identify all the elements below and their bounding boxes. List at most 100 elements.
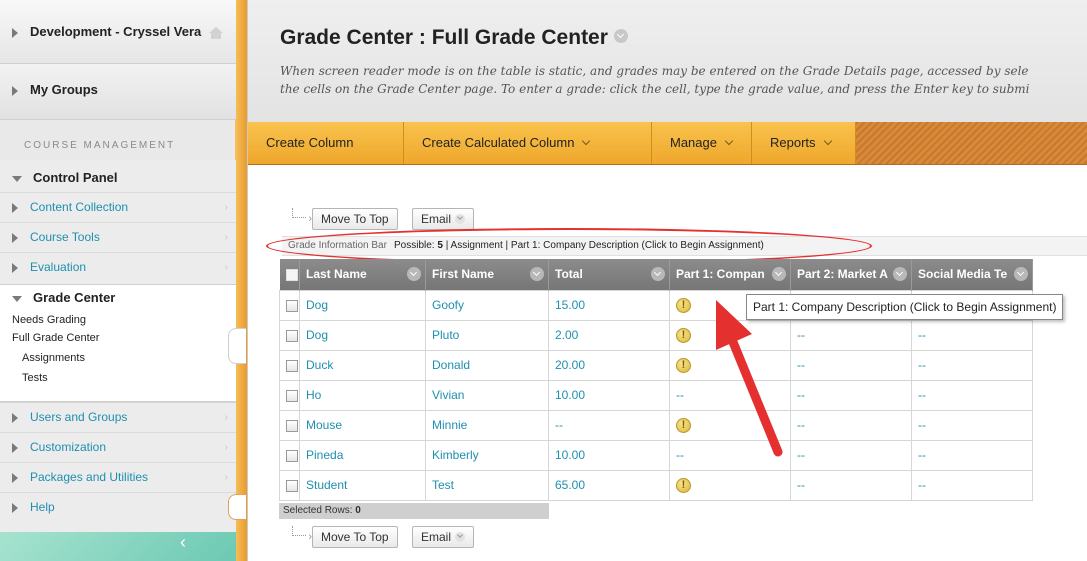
- column-header-social-media[interactable]: Social Media Te: [911, 259, 1033, 290]
- cell-social-media[interactable]: --: [911, 439, 1033, 471]
- email-button-bottom[interactable]: Email: [412, 526, 475, 548]
- sidebar-item-evaluation[interactable]: Evaluation ›: [12, 260, 232, 274]
- cell-first-name-value: Kimberly: [432, 448, 479, 462]
- manage-button[interactable]: Manage: [652, 122, 752, 164]
- cell-first-name[interactable]: Test: [425, 469, 549, 501]
- menu-collapse-handle-lower[interactable]: [228, 494, 246, 520]
- column-header-first-name[interactable]: First Name: [425, 259, 549, 290]
- course-title-link[interactable]: Development - Cryssel Vera: [12, 24, 223, 39]
- column-menu-chevron-icon[interactable]: [530, 267, 544, 281]
- full-grade-center-link[interactable]: Full Grade Center: [12, 332, 99, 344]
- row-checkbox[interactable]: [286, 299, 298, 312]
- cell-last-name[interactable]: Student: [299, 469, 426, 501]
- cell-last-name[interactable]: Pineda: [299, 439, 426, 471]
- column-header-total[interactable]: Total: [548, 259, 670, 290]
- cell-social-media[interactable]: --: [911, 469, 1033, 501]
- page-description: When screen reader mode is on the table …: [280, 64, 1030, 96]
- sidebar-item-content-collection[interactable]: Content Collection ›: [12, 200, 232, 214]
- control-panel-toggle[interactable]: Control Panel: [12, 170, 118, 185]
- cell-part1[interactable]: --: [669, 439, 791, 471]
- move-to-top-button[interactable]: Move To Top: [312, 208, 398, 230]
- cell-total-value: 20.00: [555, 358, 586, 372]
- cell-total[interactable]: 10.00: [548, 439, 670, 471]
- cell-first-name[interactable]: Minnie: [425, 409, 549, 441]
- cell-total[interactable]: 15.00: [548, 289, 670, 321]
- sidebar-item-users-and-groups[interactable]: Users and Groups ›: [12, 410, 232, 424]
- column-header-part1[interactable]: Part 1: Compan: [669, 259, 791, 290]
- cell-total[interactable]: 65.00: [548, 469, 670, 501]
- row-checkbox[interactable]: [286, 329, 298, 342]
- column-header-part2[interactable]: Part 2: Market A: [790, 259, 912, 290]
- needs-grading-icon: !: [676, 357, 691, 373]
- cell-total[interactable]: 20.00: [548, 349, 670, 381]
- create-column-button[interactable]: Create Column: [248, 122, 404, 164]
- cell-last-name[interactable]: Duck: [299, 349, 426, 381]
- cell-last-name[interactable]: Ho: [299, 379, 426, 411]
- select-all-checkbox[interactable]: [285, 269, 298, 282]
- needs-grading-link[interactable]: Needs Grading: [12, 314, 86, 326]
- my-groups-link[interactable]: My Groups: [12, 82, 98, 97]
- cell-first-name[interactable]: Vivian: [425, 379, 549, 411]
- email-button[interactable]: Email: [412, 208, 475, 230]
- tests-link[interactable]: Tests: [22, 372, 48, 384]
- row-checkbox[interactable]: [286, 479, 298, 492]
- cell-part1[interactable]: !: [669, 349, 791, 381]
- sidebar-item-packages-and-utilities[interactable]: Packages and Utilities ›: [12, 470, 232, 484]
- cell-last-name[interactable]: Dog: [299, 289, 426, 321]
- sidebar-item-customization[interactable]: Customization ›: [12, 440, 232, 454]
- cell-part2[interactable]: --: [790, 409, 912, 441]
- cell-social-media[interactable]: --: [911, 349, 1033, 381]
- title-chevron-down-icon[interactable]: [613, 29, 628, 44]
- column-header-last-name[interactable]: Last Name: [299, 259, 426, 290]
- cell-first-name-value: Donald: [432, 358, 471, 372]
- cell-part2[interactable]: --: [790, 319, 912, 351]
- row-select-cell: [279, 289, 300, 321]
- cell-part1[interactable]: !: [669, 409, 791, 441]
- row-checkbox[interactable]: [286, 389, 298, 402]
- cell-part2[interactable]: --: [790, 469, 912, 501]
- needs-grading-icon: !: [676, 327, 691, 343]
- cell-social-media[interactable]: --: [911, 319, 1033, 351]
- cell-part2[interactable]: --: [790, 439, 912, 471]
- cell-last-name[interactable]: Mouse: [299, 409, 426, 441]
- create-calculated-column-button[interactable]: Create Calculated Column: [404, 122, 652, 164]
- cell-first-name[interactable]: Donald: [425, 349, 549, 381]
- cell-part1[interactable]: !: [669, 319, 791, 351]
- column-menu-chevron-icon[interactable]: [893, 267, 907, 281]
- sidebar-item-help[interactable]: Help: [12, 500, 232, 514]
- course-menu-sidebar: Development - Cryssel Vera My Groups COU…: [0, 0, 248, 561]
- cell-social-media[interactable]: --: [911, 379, 1033, 411]
- column-menu-chevron-icon[interactable]: [651, 267, 665, 281]
- sidebar-orange-edge: [235, 0, 247, 561]
- cell-last-name[interactable]: Dog: [299, 319, 426, 351]
- cell-part1[interactable]: --: [669, 379, 791, 411]
- cell-total[interactable]: 2.00: [548, 319, 670, 351]
- expand-triangle-icon: [12, 412, 18, 423]
- reports-button[interactable]: Reports: [752, 122, 856, 164]
- home-icon[interactable]: [208, 26, 223, 39]
- cell-first-name-value: Goofy: [432, 298, 465, 312]
- cell-first-name[interactable]: Pluto: [425, 319, 549, 351]
- column-menu-chevron-icon[interactable]: [407, 267, 421, 281]
- cell-part2-value: --: [797, 478, 805, 492]
- assignments-link[interactable]: Assignments: [22, 352, 85, 364]
- column-menu-chevron-icon[interactable]: [772, 267, 786, 281]
- row-select-cell: [279, 439, 300, 471]
- cell-part2[interactable]: --: [790, 379, 912, 411]
- column-menu-chevron-icon[interactable]: [1014, 267, 1028, 281]
- course-title-block: Development - Cryssel Vera: [0, 0, 236, 64]
- grade-center-toggle[interactable]: Grade Center: [12, 290, 115, 305]
- cell-part1[interactable]: !: [669, 469, 791, 501]
- cell-first-name[interactable]: Kimberly: [425, 439, 549, 471]
- row-checkbox[interactable]: [286, 359, 298, 372]
- move-to-top-button-bottom[interactable]: Move To Top: [312, 526, 398, 548]
- cell-first-name[interactable]: Goofy: [425, 289, 549, 321]
- cell-part2[interactable]: --: [790, 349, 912, 381]
- row-checkbox[interactable]: [286, 449, 298, 462]
- menu-collapse-handle[interactable]: [228, 328, 246, 364]
- cell-total[interactable]: --: [548, 409, 670, 441]
- cell-social-media[interactable]: --: [911, 409, 1033, 441]
- row-checkbox[interactable]: [286, 419, 298, 432]
- sidebar-item-course-tools[interactable]: Course Tools ›: [12, 230, 232, 244]
- cell-total[interactable]: 10.00: [548, 379, 670, 411]
